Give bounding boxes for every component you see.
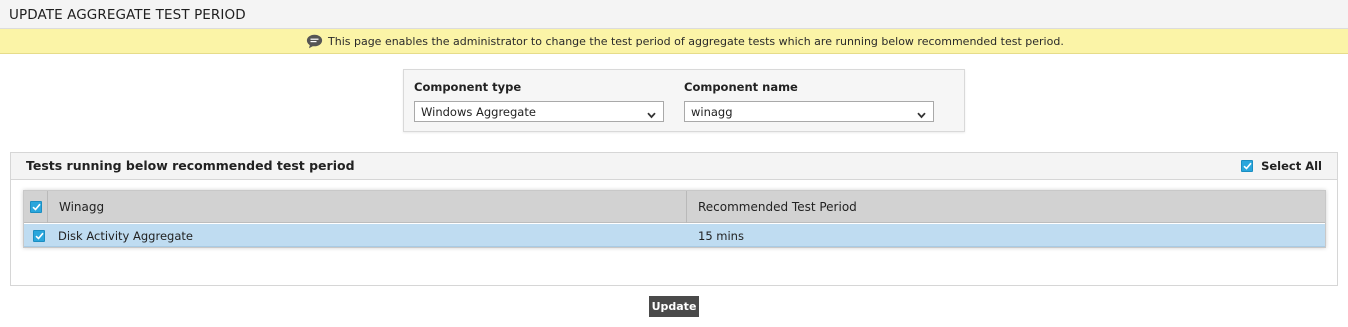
chevron-down-icon [647, 108, 656, 119]
component-type-select[interactable]: Windows Aggregate [414, 101, 664, 122]
comment-icon [306, 34, 323, 49]
chevron-down-icon [917, 108, 926, 119]
panel-header: Tests running below recommended test per… [11, 153, 1337, 180]
column-divider [47, 191, 48, 223]
select-all-label: Select All [1261, 159, 1322, 173]
component-name-select[interactable]: winagg [684, 101, 934, 122]
page-header: UPDATE AGGREGATE TEST PERIOD [0, 0, 1348, 29]
select-all-control[interactable]: Select All [1241, 158, 1322, 174]
test-name-cell: Disk Activity Aggregate [58, 229, 193, 243]
tests-panel: Tests running below recommended test per… [10, 152, 1338, 286]
page-title: UPDATE AGGREGATE TEST PERIOD [9, 7, 246, 23]
select-all-checkbox[interactable] [1241, 160, 1254, 172]
row-select-checkbox[interactable] [33, 230, 45, 242]
component-name-value: winagg [691, 105, 733, 119]
component-filter-card: Component type Windows Aggregate Compone… [403, 69, 965, 132]
header-select-checkbox[interactable] [30, 201, 42, 213]
tests-table: Winagg Recommended Test Period Disk Acti… [23, 190, 1326, 248]
table-header: Winagg Recommended Test Period [24, 191, 1325, 223]
panel-title: Tests running below recommended test per… [26, 158, 355, 173]
update-button[interactable]: Update [649, 296, 699, 317]
info-bar: This page enables the administrator to c… [0, 29, 1348, 54]
column-header-test: Winagg [59, 200, 105, 214]
info-message: This page enables the administrator to c… [328, 35, 1064, 48]
column-divider [686, 191, 687, 223]
table-row[interactable]: Disk Activity Aggregate 15 mins [24, 224, 1325, 247]
component-type-label: Component type [414, 80, 522, 94]
component-type-value: Windows Aggregate [421, 105, 536, 119]
test-period-cell: 15 mins [698, 229, 744, 243]
component-name-label: Component name [684, 80, 798, 94]
header-checkbox-cell [24, 191, 48, 223]
column-header-recommended-period: Recommended Test Period [698, 200, 857, 214]
